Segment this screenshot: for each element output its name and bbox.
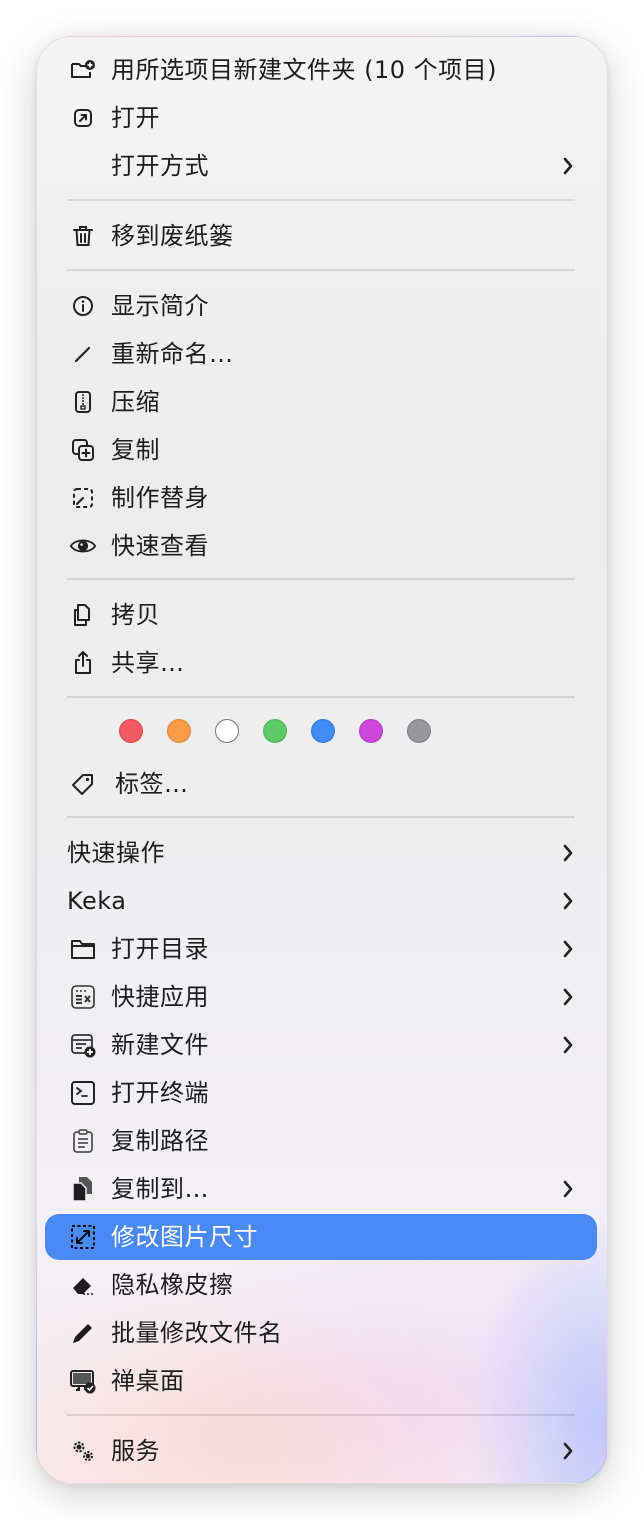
menu-item-label: 快速查看 — [111, 532, 209, 560]
trash-icon — [69, 222, 97, 250]
menu-item-resize-image[interactable]: 修改图片尺寸 — [45, 1214, 597, 1260]
tag-color-red[interactable] — [119, 719, 143, 743]
menu-item-copy-path[interactable]: 复制路径 — [45, 1118, 597, 1164]
menu-item-quick-look[interactable]: 快速查看 — [45, 523, 597, 569]
menu-item-label: 拷贝 — [111, 601, 160, 629]
menu-item-label: 批量修改文件名 — [111, 1319, 283, 1347]
tag-color-none[interactable] — [215, 719, 239, 743]
copy-to-icon — [69, 1175, 97, 1203]
menu-item-new-folder[interactable]: 用所选项目新建文件夹 (10 个项目) — [45, 47, 597, 93]
menu-item-label: 复制到… — [111, 1175, 209, 1203]
batch-rename-icon — [69, 1319, 97, 1347]
terminal-icon — [69, 1079, 97, 1107]
menu-item-label: 打开目录 — [111, 935, 209, 963]
copy-docs-icon — [69, 601, 97, 629]
folder-plus-icon — [69, 56, 97, 84]
menu-item-label: 打开终端 — [111, 1079, 209, 1107]
resize-icon — [69, 1223, 97, 1251]
separator — [67, 199, 575, 201]
menu-item-label: 显示简介 — [111, 292, 209, 320]
menu-item-label: 复制 — [111, 436, 160, 464]
menu-item-label: 用所选项目新建文件夹 (10 个项目) — [111, 56, 498, 84]
menu-item-label: 重新命名… — [111, 340, 234, 368]
gears-icon — [69, 1437, 97, 1465]
menu-item-tags[interactable]: 标签… — [45, 761, 597, 807]
menu-item-label: 打开 — [111, 104, 160, 132]
menu-item-shortcuts[interactable]: 快捷应用 — [45, 974, 597, 1020]
menu-item-privacy-eraser[interactable]: 隐私橡皮擦 — [45, 1262, 597, 1308]
menu-item-label: 禅桌面 — [111, 1367, 185, 1395]
menu-item-get-info[interactable]: 显示简介 — [45, 283, 597, 329]
menu-item-label: 制作替身 — [111, 484, 209, 512]
alias-icon — [69, 484, 97, 512]
tag-icon — [69, 770, 97, 798]
menu-item-label: 移到废纸篓 — [111, 222, 234, 250]
duplicate-icon — [69, 436, 97, 464]
tag-color-orange[interactable] — [167, 719, 191, 743]
folder-icon — [69, 935, 97, 963]
menu-item-label: 打开方式 — [111, 152, 209, 180]
chevron-right-icon — [563, 940, 573, 958]
menu-item-copy-to[interactable]: 复制到… — [45, 1166, 597, 1212]
menu-item-open[interactable]: 打开 — [45, 95, 597, 141]
menu-item-rename[interactable]: 重新命名… — [45, 331, 597, 377]
menu-item-move-to-trash[interactable]: 移到废纸篓 — [45, 213, 597, 259]
menu-item-label: 隐私橡皮擦 — [111, 1271, 234, 1299]
new-file-icon — [69, 1031, 97, 1059]
menu-item-batch-rename[interactable]: 批量修改文件名 — [45, 1310, 597, 1356]
tag-color-blue[interactable] — [311, 719, 335, 743]
chevron-right-icon — [563, 988, 573, 1006]
menu-item-duplicate[interactable]: 复制 — [45, 427, 597, 473]
separator — [67, 696, 575, 698]
separator — [67, 578, 575, 580]
menu-item-label: 标签… — [115, 770, 189, 798]
menu-item-label: 快捷应用 — [111, 983, 209, 1011]
menu-item-open-terminal[interactable]: 打开终端 — [45, 1070, 597, 1116]
menu-item-copy[interactable]: 拷贝 — [45, 592, 597, 638]
separator — [67, 1414, 575, 1416]
eraser-icon — [69, 1271, 97, 1299]
menu-item-compress[interactable]: 压缩 — [45, 379, 597, 425]
menu-item-make-alias[interactable]: 制作替身 — [45, 475, 597, 521]
tag-color-purple[interactable] — [359, 719, 383, 743]
tag-color-gray[interactable] — [407, 719, 431, 743]
chevron-right-icon — [563, 892, 573, 910]
menu-item-label: 快速操作 — [67, 839, 165, 867]
clipboard-icon — [69, 1127, 97, 1155]
menu-item-label: 新建文件 — [111, 1031, 209, 1059]
monitor-icon — [69, 1367, 97, 1395]
tag-color-green[interactable] — [263, 719, 287, 743]
menu-item-label: 修改图片尺寸 — [111, 1223, 258, 1251]
menu-item-new-file[interactable]: 新建文件 — [45, 1022, 597, 1068]
context-menu: 用所选项目新建文件夹 (10 个项目) 打开 打开方式 移到废纸篓 显示简介 重… — [36, 36, 608, 1484]
shortcuts-icon — [69, 983, 97, 1011]
menu-item-label: 共享… — [111, 649, 185, 677]
menu-item-zen-desktop[interactable]: 禅桌面 — [45, 1358, 597, 1404]
menu-item-services[interactable]: 服务 — [45, 1428, 597, 1474]
zip-icon — [69, 388, 97, 416]
menu-item-label: Keka — [67, 887, 127, 915]
chevron-right-icon — [563, 844, 573, 862]
separator — [67, 269, 575, 271]
menu-item-keka[interactable]: Keka — [45, 878, 597, 924]
menu-item-label: 压缩 — [111, 388, 160, 416]
open-arrow-icon — [69, 104, 97, 132]
menu-item-quick-actions[interactable]: 快速操作 — [45, 830, 597, 876]
menu-item-label: 服务 — [111, 1437, 160, 1465]
menu-item-open-directory[interactable]: 打开目录 — [45, 926, 597, 972]
menu-item-label: 复制路径 — [111, 1127, 209, 1155]
chevron-right-icon — [563, 1036, 573, 1054]
chevron-right-icon — [563, 1180, 573, 1198]
menu-item-share[interactable]: 共享… — [45, 640, 597, 686]
separator — [67, 816, 575, 818]
menu-item-open-with[interactable]: 打开方式 — [45, 143, 597, 189]
info-icon — [69, 292, 97, 320]
share-icon — [69, 649, 97, 677]
chevron-right-icon — [563, 1442, 573, 1460]
chevron-right-icon — [563, 157, 573, 175]
pencil-icon — [69, 340, 97, 368]
eye-icon — [69, 532, 97, 560]
